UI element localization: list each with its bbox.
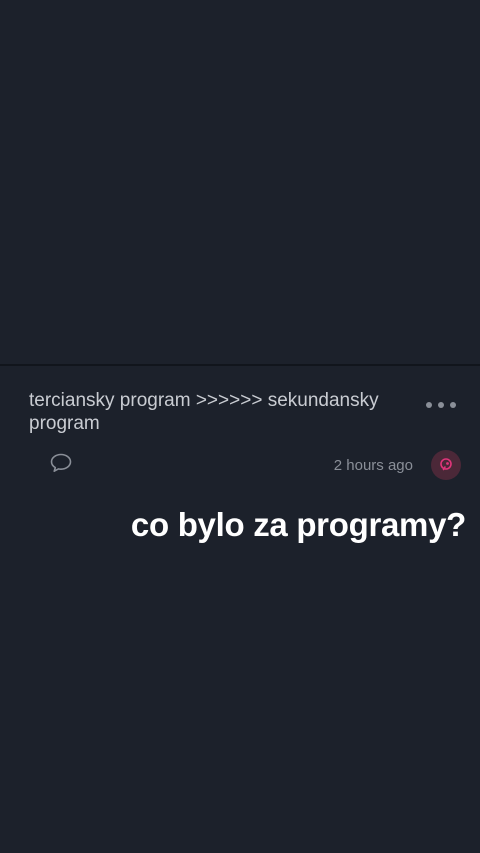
comment-button[interactable] [49,452,73,474]
post-timestamp: 2 hours ago [333,457,413,474]
post-text: terciansky program >>>>>> sekundansky pr… [29,390,379,434]
comment-icon [50,453,72,472]
ellipsis-icon [438,402,444,408]
more-options-button[interactable] [426,396,456,414]
ellipsis-icon [450,402,456,408]
divider [0,364,480,366]
avatar-icon [440,458,452,471]
story-caption: co bylo za programy? [130,506,466,543]
avatar[interactable] [431,450,461,480]
media-area [0,0,480,364]
ellipsis-icon [426,402,432,408]
